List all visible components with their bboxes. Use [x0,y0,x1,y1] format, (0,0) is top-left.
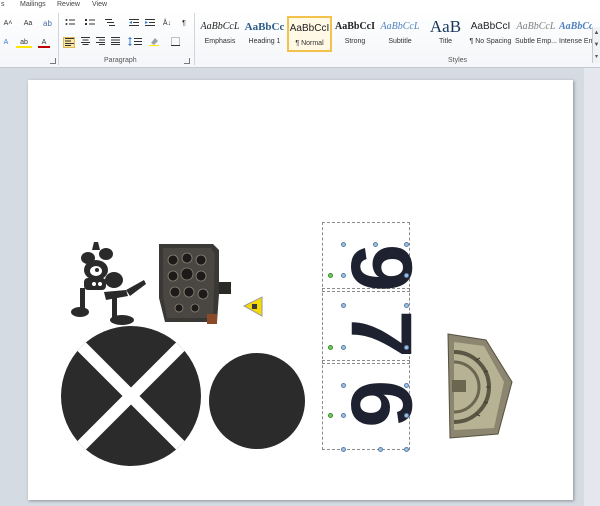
resize-handle[interactable] [404,242,409,247]
style-intense-emphasis[interactable]: AaBbCcL Intense Em... [559,16,592,52]
number-6-text[interactable]: 6 [333,380,422,428]
tab-review[interactable]: Review [57,1,80,8]
warning-icon[interactable] [242,294,266,318]
resize-handle[interactable] [341,383,346,388]
style-subtitle[interactable]: AaBbCcL Subtitle [378,16,422,52]
resize-handle[interactable] [404,273,409,278]
line-spacing-icon[interactable] [127,37,143,48]
resize-handle[interactable] [341,447,346,452]
cartoon-clipart[interactable] [66,240,148,326]
resize-handle[interactable] [341,273,346,278]
resize-handle[interactable] [373,242,378,247]
numbering-icon[interactable] [84,18,96,29]
rotate-handle[interactable] [328,273,333,278]
paragraph-dialog-launcher-icon[interactable] [184,58,190,64]
resize-handle[interactable] [378,447,383,452]
font-dialog-launcher-icon[interactable] [50,58,56,64]
style-subtle-emphasis[interactable]: AaBbCcL Subtle Emp... [514,16,558,52]
style-emphasis[interactable]: AaBbCcL Emphasis [198,16,242,52]
document-right-gutter [584,68,600,506]
style-normal[interactable]: AaBbCcI ¶ Normal [287,16,332,52]
svg-text:ab: ab [43,19,52,27]
tab-view[interactable]: View [92,1,107,8]
decrease-indent-icon[interactable] [128,18,140,29]
circle-shape[interactable] [208,352,306,450]
resize-handle[interactable] [341,303,346,308]
crossed-circle-shape[interactable] [60,325,202,467]
clear-formatting-icon[interactable]: ab [42,18,54,29]
text-effects-button[interactable]: A [0,37,12,48]
group-separator [194,13,195,65]
resize-handle[interactable] [341,413,346,418]
change-case-button[interactable]: Aa [20,18,36,29]
resize-handle[interactable] [341,345,346,350]
tab-mailings[interactable]: Mailings [20,1,46,8]
resize-handle[interactable] [341,242,346,247]
resize-handle[interactable] [404,303,409,308]
tab-references[interactable]: s [1,1,5,8]
style-heading-1[interactable]: AaBbCc Heading 1 [243,16,286,52]
align-left-icon[interactable] [63,37,75,48]
resize-handle[interactable] [404,413,409,418]
gallery-up-icon[interactable]: ▲ [593,27,600,39]
font-color-button[interactable]: A [38,37,50,48]
rotate-handle[interactable] [328,413,333,418]
show-formatting-button[interactable]: ¶ [178,18,190,29]
increase-indent-icon[interactable] [144,18,156,29]
multilevel-list-icon[interactable] [104,18,116,29]
bullets-icon[interactable] [64,18,76,29]
highlight-button[interactable]: ab [16,37,32,48]
ribbon: A˄ Aa ab A ab A Å↓ ¶ Paragraph AaBbCcL E… [0,11,600,68]
align-center-icon[interactable] [79,37,91,48]
paragraph-group-label: Paragraph [104,57,137,64]
style-no-spacing[interactable]: AaBbCcI ¶ No Spacing [468,16,513,52]
style-strong[interactable]: AaBbCcI Strong [334,16,376,52]
style-title[interactable]: AaB Title [424,16,467,52]
resize-handle[interactable] [404,383,409,388]
number-7-text[interactable]: 7 [333,310,422,358]
grow-font-button[interactable]: A˄ [2,18,14,29]
ribbon-tab-bar: s Mailings Review View [0,0,600,11]
justify-icon[interactable] [109,37,121,48]
resize-handle[interactable] [404,447,409,452]
shading-icon[interactable] [148,37,164,48]
gallery-down-icon[interactable]: ▼ [593,39,600,51]
group-separator [58,13,59,65]
styles-group-label: Styles [448,57,468,64]
number-9-text[interactable]: 9 [333,244,422,292]
rotate-handle[interactable] [328,345,333,350]
gallery-more-icon[interactable]: ▾ [593,51,600,63]
resize-handle[interactable] [404,345,409,350]
sort-button[interactable]: Å↓ [160,18,174,29]
borders-icon[interactable] [170,37,186,48]
dial-gauge-image[interactable] [446,330,516,442]
cockpit-panel-image[interactable] [155,238,235,328]
align-right-icon[interactable] [94,37,106,48]
styles-gallery-scroll[interactable]: ▲ ▼ ▾ [592,27,600,63]
